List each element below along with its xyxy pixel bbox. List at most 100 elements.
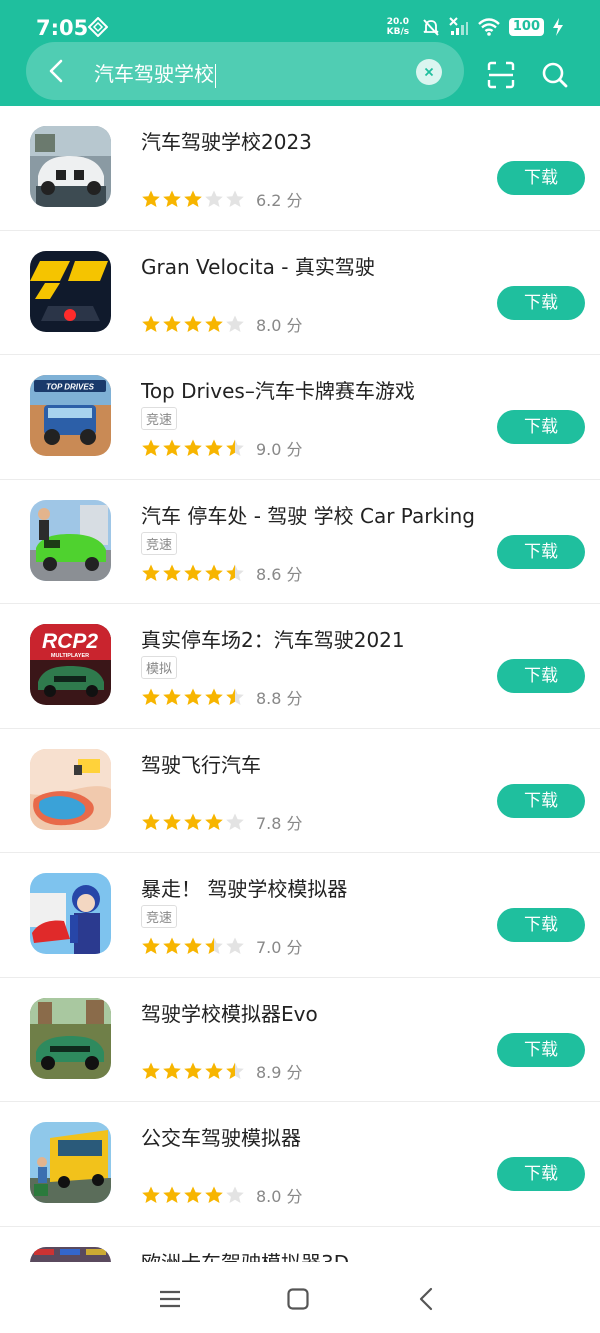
app-icon[interactable] <box>30 1246 111 1263</box>
list-item[interactable]: TOP DRIVES Top Drives–汽车卡牌赛车游戏 竞速 9.0 分 … <box>0 355 600 480</box>
download-button[interactable]: 下载 <box>497 1032 585 1067</box>
star-full-icon <box>205 439 223 456</box>
app-icon[interactable] <box>30 126 111 207</box>
close-icon[interactable] <box>416 59 442 85</box>
status-bar: 7:05 20.0 KB/s 100 <box>0 0 600 44</box>
app-icon[interactable] <box>30 1122 111 1203</box>
download-button[interactable]: 下载 <box>497 783 585 818</box>
app-name[interactable]: 暴走！ 驾驶学校模拟器 <box>141 873 347 902</box>
star-half-icon <box>226 1062 244 1079</box>
chevron-left-icon[interactable] <box>42 56 72 86</box>
search-input[interactable]: 汽车驾驶学校 <box>94 58 216 88</box>
star-full-icon <box>163 813 181 830</box>
menu-icon[interactable] <box>157 1286 183 1312</box>
status-time: 7:05 <box>36 16 89 40</box>
app-name[interactable]: 真实停车场2：汽车驾驶2021 <box>141 624 405 653</box>
download-button[interactable]: 下载 <box>497 285 585 320</box>
search-bar[interactable]: 汽车驾驶学校 <box>26 42 464 100</box>
list-item[interactable]: 汽车 停车处 - 驾驶 学校 Car Parking 竞速 8.6 分 下载 <box>0 480 600 604</box>
category-tag: 竞速 <box>141 531 178 555</box>
app-icon[interactable] <box>30 997 111 1079</box>
app-icon[interactable] <box>30 748 111 830</box>
star-full-icon <box>205 315 223 332</box>
star-full-icon <box>163 315 181 332</box>
star-full-icon <box>163 190 181 207</box>
star-full-icon <box>205 688 223 705</box>
list-item[interactable]: 公交车驾驶模拟器 8.0 分 下载 <box>0 1102 600 1227</box>
star-full-icon <box>163 1186 181 1203</box>
star-full-icon <box>184 937 202 954</box>
list-item[interactable]: Gran Velocita - 真实驾驶 8.0 分 下载 <box>0 231 600 355</box>
star-full-icon <box>184 688 202 705</box>
star-full-icon <box>163 439 181 456</box>
rating-score: 8.6 分 <box>256 564 303 584</box>
download-button[interactable]: 下载 <box>497 161 585 195</box>
search-query: 汽车驾驶学校 <box>94 62 214 86</box>
app-icon[interactable] <box>30 250 111 332</box>
download-button[interactable]: 下载 <box>497 659 585 693</box>
category-tag: 模拟 <box>141 656 178 679</box>
star-full-icon <box>184 439 202 456</box>
net-speed-value: 20.0 <box>386 17 409 27</box>
star-empty-icon <box>226 937 244 954</box>
search-results-list[interactable]: 汽车驾驶学校2023 6.2 分 下载 Gran Velocita - 真实驾驶… <box>0 106 600 1262</box>
star-full-icon <box>163 564 181 581</box>
rating-row: 7.8 分 <box>141 811 303 833</box>
net-speed: 20.0 KB/s <box>383 17 413 37</box>
list-item[interactable]: 驾驶飞行汽车 7.8 分 下载 <box>0 729 600 853</box>
star-full-icon <box>142 688 160 705</box>
rating-score: 7.0 分 <box>256 938 303 957</box>
app-name[interactable]: 驾驶学校模拟器Evo <box>141 998 318 1027</box>
icon-label: TOP DRIVES <box>46 383 95 392</box>
star-half-icon <box>226 564 244 581</box>
app-name[interactable]: Top Drives–汽车卡牌赛车游戏 <box>141 375 415 404</box>
star-full-icon <box>184 1186 202 1203</box>
category-tag: 竞速 <box>141 905 178 928</box>
rating-row: 9.0 分 <box>141 437 303 459</box>
star-full-icon <box>142 315 160 332</box>
app-name[interactable]: Gran Velocita - 真实驾驶 <box>141 251 375 280</box>
rating-row: 6.2 分 <box>141 188 303 210</box>
list-item[interactable]: RCP2 MULTIPLAYER 真实停车场2：汽车驾驶2021 模拟 8.8 … <box>0 604 600 729</box>
text-caret <box>215 63 216 88</box>
star-full-icon <box>163 1062 181 1079</box>
download-button[interactable]: 下载 <box>497 1157 585 1191</box>
star-full-icon <box>184 315 202 332</box>
download-button[interactable]: 下载 <box>497 908 585 942</box>
star-full-icon <box>205 813 223 830</box>
app-icon[interactable] <box>30 873 111 954</box>
list-item[interactable]: 欧洲卡车驾驶模拟器3D <box>0 1227 600 1263</box>
back-chevron-icon[interactable] <box>414 1286 440 1312</box>
download-button[interactable]: 下载 <box>497 534 585 569</box>
star-full-icon <box>184 190 202 207</box>
app-name[interactable]: 驾驶飞行汽车 <box>141 749 261 778</box>
app-name[interactable]: 汽车 停车处 - 驾驶 学校 Car Parking <box>141 500 475 529</box>
rating-row: 8.8 分 <box>141 686 303 708</box>
star-empty-icon <box>226 1186 244 1203</box>
search-icon[interactable] <box>540 60 570 90</box>
list-item[interactable]: 暴走！ 驾驶学校模拟器 竞速 7.0 分 下载 <box>0 853 600 978</box>
rating-row: 7.0 分 <box>141 935 303 957</box>
list-item[interactable]: 驾驶学校模拟器Evo 8.9 分 下载 <box>0 978 600 1102</box>
mute-bell-icon <box>423 19 439 36</box>
app-icon[interactable]: RCP2 MULTIPLAYER <box>30 624 111 705</box>
rating-score: 7.8 分 <box>256 813 303 833</box>
star-full-icon <box>205 1186 223 1203</box>
home-square-icon[interactable] <box>285 1286 311 1312</box>
app-name[interactable]: 公交车驾驶模拟器 <box>141 1122 301 1151</box>
icon-label: RCP2 <box>42 630 98 653</box>
icon-sublabel: MULTIPLAYER <box>51 653 89 659</box>
app-name[interactable]: 汽车驾驶学校2023 <box>141 126 312 155</box>
star-full-icon <box>142 439 160 456</box>
rating-score: 8.8 分 <box>256 689 303 708</box>
app-name[interactable]: 欧洲卡车驾驶模拟器3D <box>141 1247 349 1263</box>
app-icon[interactable]: TOP DRIVES <box>30 375 111 456</box>
signal-off-icon <box>449 17 468 35</box>
rating-row: 8.6 分 <box>141 562 303 584</box>
scan-icon[interactable] <box>486 60 516 90</box>
star-full-icon <box>142 1186 160 1203</box>
app-icon[interactable] <box>30 499 111 581</box>
rating-score: 8.0 分 <box>256 315 303 335</box>
list-item[interactable]: 汽车驾驶学校2023 6.2 分 下载 <box>0 106 600 231</box>
download-button[interactable]: 下载 <box>497 410 585 444</box>
